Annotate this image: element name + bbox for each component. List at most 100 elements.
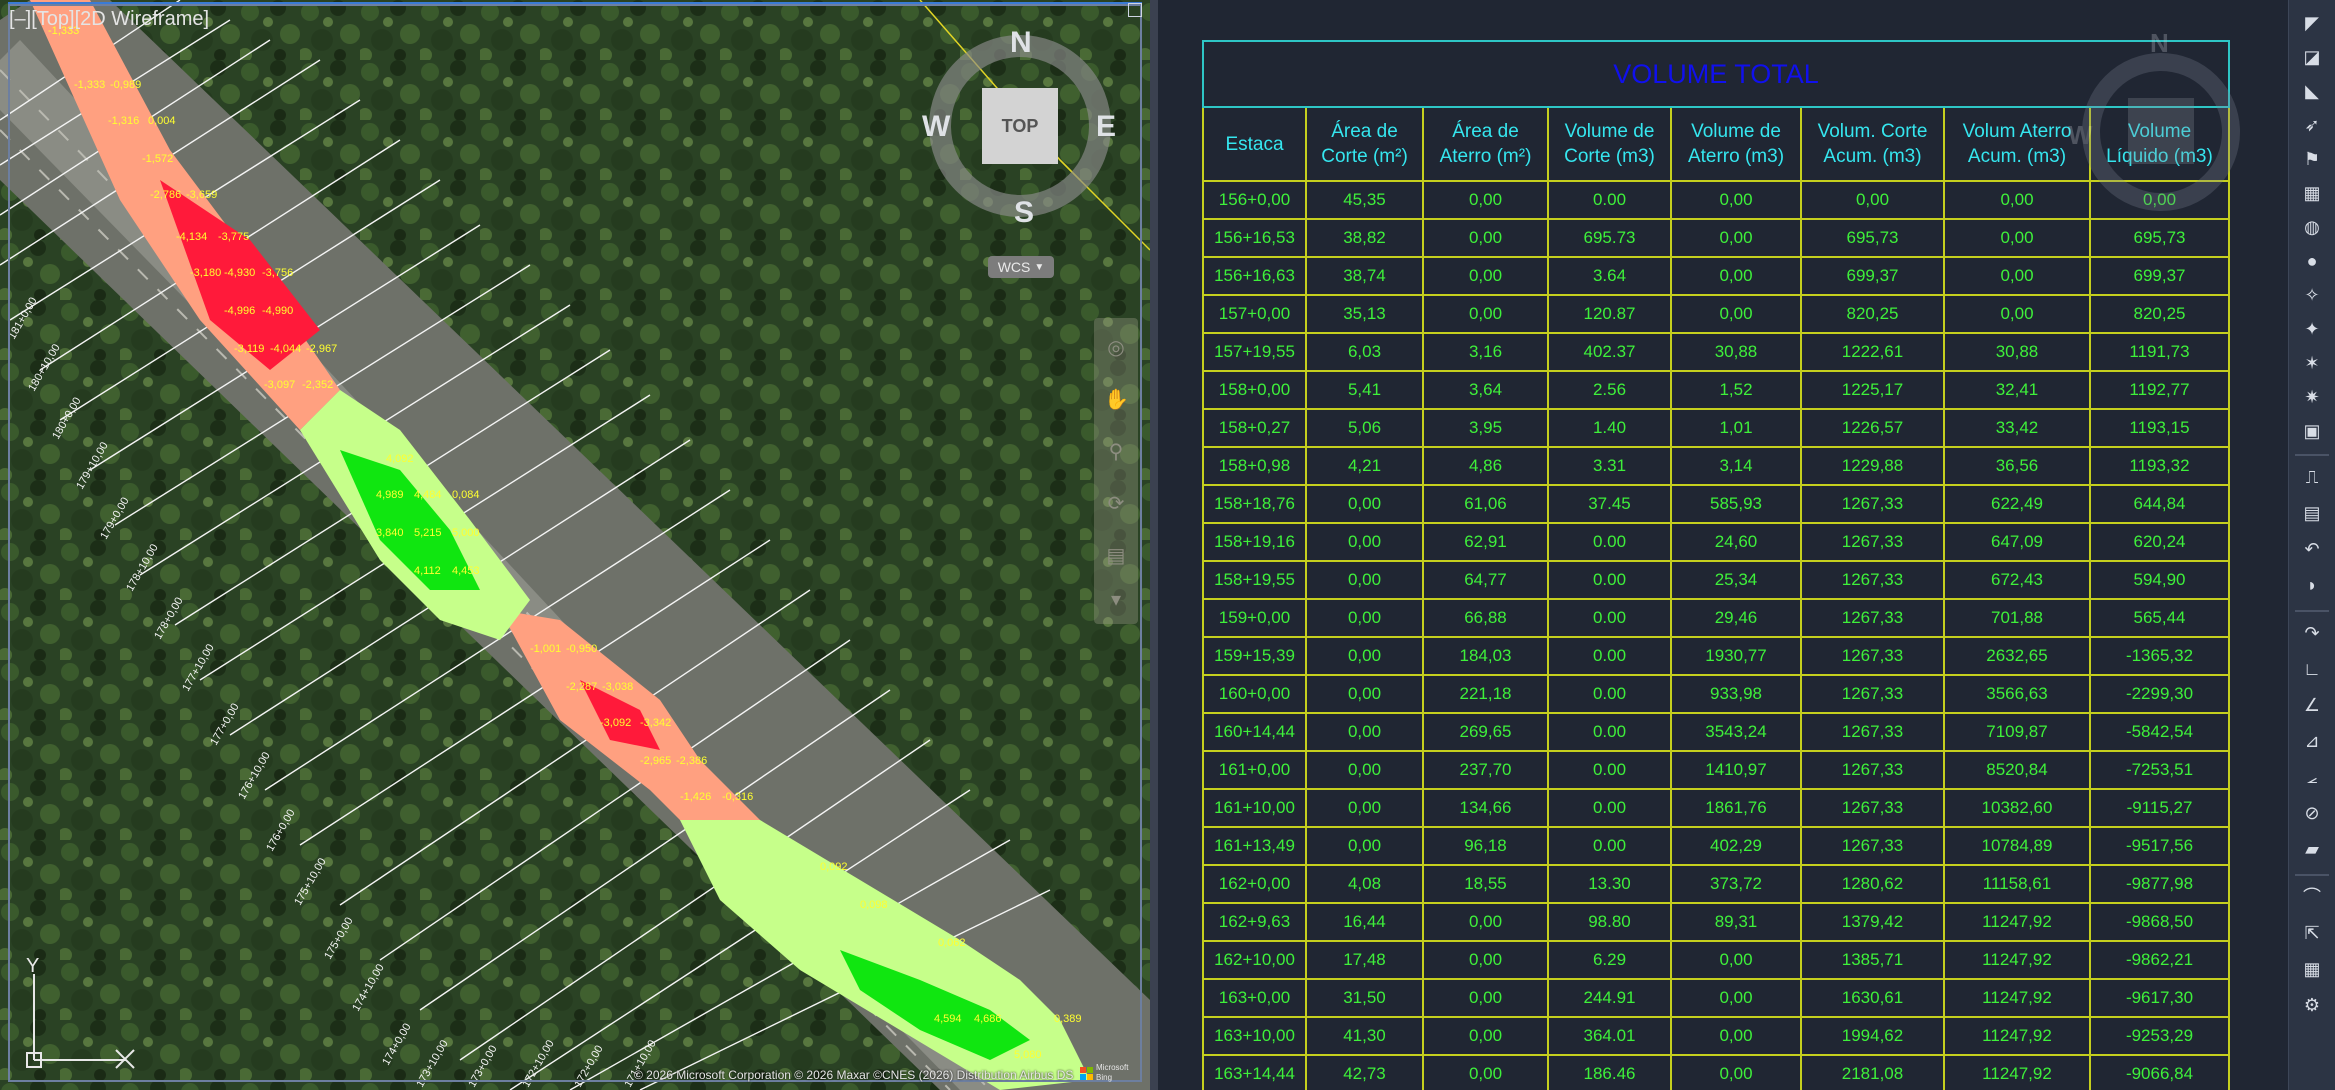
table-cell: 35,13: [1305, 294, 1424, 334]
settings-icon[interactable]: ⚙: [2299, 992, 2325, 1018]
table-cell: 7109,87: [1943, 712, 2091, 752]
redo-arc-icon[interactable]: ↷: [2299, 620, 2325, 646]
table-cell: -9115,27: [2089, 788, 2230, 828]
table-viewport[interactable]: VOLUME TOTAL Estaca Área de Corte (m²) Área…: [1158, 0, 2288, 1090]
column-header-line: Aterro (m3): [1687, 146, 1785, 167]
star-point-icon[interactable]: ✧: [2299, 282, 2325, 308]
volume-table: VOLUME TOTAL Estaca Área de Corte (m²) Área…: [1202, 40, 2230, 1090]
table-row: 158+0,98 4,21 4,86 3.31 3,14 1229,88 36,56 1193…: [1202, 446, 2230, 486]
table-cell: 1930,77: [1670, 636, 1802, 676]
column-header-line: Acum. (m3): [1823, 146, 1922, 167]
curve-icon[interactable]: ⌒: [2299, 884, 2325, 910]
map-label: -4,996: [224, 305, 255, 317]
table-cell: 42,73: [1305, 1054, 1424, 1090]
pointer-icon[interactable]: ➶: [2299, 112, 2325, 138]
table-cell: 3,64: [1422, 370, 1549, 410]
grid-icon[interactable]: ▦: [2299, 956, 2325, 982]
viewcube-top-face[interactable]: TOP: [982, 88, 1058, 164]
navigation-bar[interactable]: ◎ ✋ ⚲ ⟳ ▤ ▾: [1094, 318, 1138, 624]
table-cell: 160+14,44: [1202, 712, 1307, 752]
right-toolbar[interactable]: ◤ ◪ ◣ ➶ ⚑ ▦ ◍ ● ✧ ✦ ✶ ✷ ▣ ⎍ ▤ ↶ ◗ ↷ ∟ ∠ ⊿ ⦟ ⊘ ▰ ⌒ ⇱ ▦ ⚙: [2288, 0, 2335, 1090]
globe-blue-icon[interactable]: ●: [2299, 248, 2325, 274]
ucs-icon: Y: [26, 955, 135, 1069]
compass-north[interactable]: N: [1010, 26, 1032, 60]
table-cell: 0,00: [1305, 484, 1424, 524]
bevel-icon[interactable]: ◣: [2299, 78, 2325, 104]
image-icon[interactable]: ▣: [2299, 418, 2325, 444]
table-header-row: Estaca Área de Corte (m²) Área de Aterro (m²…: [1202, 106, 2230, 182]
column-header-line: Volume: [2127, 121, 2192, 142]
table-cell: 269,65: [1422, 712, 1549, 752]
globe-icon[interactable]: ◍: [2299, 214, 2325, 240]
model-viewport[interactable]: -1,333 -1,333 -0,989 -1,316 0,004 -1,572…: [0, 0, 1150, 1090]
steering-wheel-icon[interactable]: ◎: [1104, 336, 1128, 360]
table-row: 160+14,44 0,00 269,65 0.00 3543,24 1267,33 710…: [1202, 712, 2230, 752]
table-cell: 158+18,76: [1202, 484, 1307, 524]
compass-south[interactable]: S: [1014, 196, 1034, 230]
pan-icon[interactable]: ✋: [1104, 388, 1129, 412]
nav-menu-icon[interactable]: ▾: [1104, 588, 1128, 612]
star-settings-icon[interactable]: ✷: [2299, 384, 2325, 410]
wcs-menu-button[interactable]: WCS ▼: [988, 256, 1054, 278]
table-cell: 0,00: [1800, 180, 1945, 220]
showmotion-icon[interactable]: ▤: [1104, 544, 1128, 568]
column-header: Volum. Corte Acum. (m3): [1800, 106, 1945, 182]
table-cell: 6.29: [1547, 940, 1672, 980]
undo-arc-icon[interactable]: ↶: [2299, 536, 2325, 562]
table-cell: 0,00: [1670, 180, 1802, 220]
table-cell: 1191,73: [2089, 332, 2230, 372]
table-cell: 30,88: [1943, 332, 2091, 372]
table-cell: 244.91: [1547, 978, 1672, 1018]
polyline-icon[interactable]: ⎍: [2299, 464, 2325, 490]
table-cell: 0,00: [1670, 1054, 1802, 1090]
column-header-line: Corte (m²): [1321, 146, 1408, 167]
shape-icon[interactable]: ◗: [2299, 572, 2325, 598]
map-label: -1,572: [142, 153, 173, 165]
map-label: 4,484: [414, 489, 442, 501]
map-label: 0,084: [452, 489, 480, 501]
angle-3-icon[interactable]: ⊿: [2299, 728, 2325, 754]
table-cell: 160+0,00: [1202, 674, 1307, 714]
table-cell: -5842,54: [2089, 712, 2230, 752]
orbit-icon[interactable]: ⟳: [1104, 492, 1128, 516]
viewport-splitter[interactable]: [1150, 0, 1158, 1090]
viewport-controls-label[interactable]: [–][Top][2D Wireframe]: [9, 8, 209, 31]
table-cell: 10382,60: [1943, 788, 2091, 828]
toolbar-separator: [2295, 610, 2329, 612]
paint-icon[interactable]: ▰: [2299, 836, 2325, 862]
map-label: -2,287: [566, 681, 597, 693]
table-cell: 0,00: [1943, 294, 2091, 334]
viewport-maximize-button[interactable]: [1128, 3, 1142, 17]
table-cell: 4,86: [1422, 446, 1549, 486]
select-icon[interactable]: ⇱: [2299, 920, 2325, 946]
star-text-icon[interactable]: ✦: [2299, 316, 2325, 342]
table-cell: 1229,88: [1800, 446, 1945, 486]
corner-drag-icon[interactable]: ◤: [2299, 10, 2325, 36]
zoom-icon[interactable]: ⚲: [1104, 440, 1128, 464]
table-row: 162+9,63 16,44 0,00 98.80 89,31 1379,42 11247,…: [1202, 902, 2230, 942]
table-cell: 1267,33: [1800, 484, 1945, 524]
table-cell: 1193,15: [2089, 408, 2230, 448]
table-cell: 699,37: [1800, 256, 1945, 296]
viewcube[interactable]: TOP N S E W: [910, 26, 1130, 258]
map-label: -3,342: [640, 717, 671, 729]
sheet-icon[interactable]: ◪: [2299, 44, 2325, 70]
angle-2-icon[interactable]: ∠: [2299, 692, 2325, 718]
star-pick-icon[interactable]: ✶: [2299, 350, 2325, 376]
table-cell: 31,50: [1305, 978, 1424, 1018]
layers-icon[interactable]: ▦: [2299, 180, 2325, 206]
circle-slash-icon[interactable]: ⊘: [2299, 800, 2325, 826]
properties-icon[interactable]: ▤: [2299, 500, 2325, 526]
map-label: -4,990: [262, 305, 293, 317]
table-cell: 0,00: [1422, 256, 1549, 296]
compass-west[interactable]: W: [922, 110, 950, 144]
table-cell: 1630,61: [1800, 978, 1945, 1018]
table-cell: 1.40: [1547, 408, 1672, 448]
angle-4-icon[interactable]: ⦟: [2299, 764, 2325, 790]
map-label: -4,134: [176, 231, 207, 243]
table-cell: -9877,98: [2089, 864, 2230, 904]
angle-icon[interactable]: ∟: [2299, 656, 2325, 682]
table-cell: 0,00: [1305, 636, 1424, 676]
flag-icon[interactable]: ⚑: [2299, 146, 2325, 172]
compass-east[interactable]: E: [1096, 110, 1116, 144]
